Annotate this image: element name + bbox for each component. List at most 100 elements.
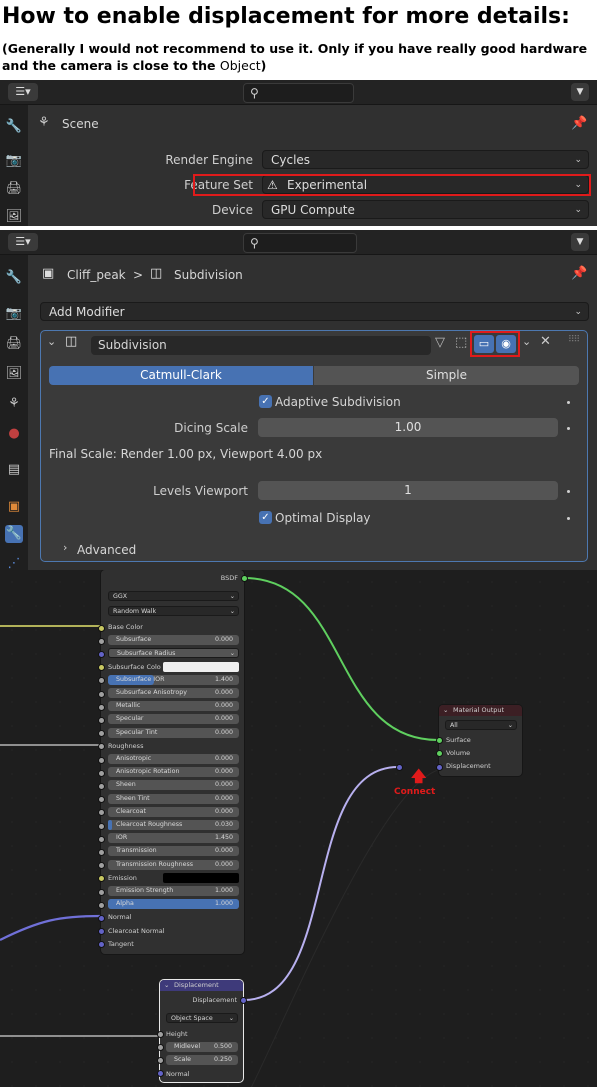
on-cage-icon[interactable]: ▽ (435, 335, 445, 350)
collection-tab-icon[interactable]: ▤ (5, 461, 23, 479)
bsdf-field-transmission[interactable]: Transmission 0.000 (108, 846, 239, 857)
bsdf-dropdown-subsurface-radius[interactable]: Subsurface Radius ⌄ (108, 648, 239, 659)
midlevel-field[interactable]: Midlevel 0.500 (166, 1042, 238, 1052)
adaptive-subdivision-checkbox[interactable]: ✓ (259, 395, 272, 408)
volume-input-socket[interactable] (436, 750, 443, 757)
tab-catmull-clark[interactable]: Catmull-Clark (49, 366, 313, 385)
height-input-socket[interactable] (157, 1031, 164, 1038)
bsdf-input-socket-subsurface[interactable] (98, 637, 105, 645)
pin-icon[interactable]: 📌 (571, 116, 587, 131)
bsdf-field-anisotropic[interactable]: Anisotropic 0.000 (108, 754, 239, 764)
bsdf-output-socket[interactable] (241, 575, 248, 582)
material-output-node[interactable]: ⌄ Material Output All ⌄ Surface Volume Di… (439, 705, 522, 776)
bsdf-input-socket-specular[interactable] (98, 716, 105, 724)
advanced-label[interactable]: Advanced (77, 543, 136, 557)
bsdf-field-subsurface-anisotropy[interactable]: Subsurface Anisotropy 0.000 (108, 688, 239, 698)
device-dropdown[interactable]: GPU Compute ⌄ (262, 200, 589, 219)
render-tab-icon[interactable]: 📷 (5, 152, 23, 170)
search-field[interactable]: ⚲ (243, 233, 357, 253)
output-tab-icon[interactable]: 🖨 (5, 335, 23, 353)
bsdf-input-socket-normal[interactable] (98, 914, 105, 922)
bsdf-field-metallic[interactable]: Metallic 0.000 (108, 701, 239, 712)
collapse-chevron-icon[interactable]: ⌄ (443, 706, 448, 714)
render-engine-dropdown[interactable]: Cycles ⌄ (262, 150, 589, 169)
bsdf-input-socket-subsurface-anisotropy[interactable] (98, 690, 105, 698)
bsdf-input-socket-transmission[interactable] (98, 848, 105, 856)
distribution-dropdown[interactable]: GGX ⌄ (108, 591, 239, 601)
tool-tab-icon[interactable]: 🔧 (5, 118, 23, 136)
normal-input-socket[interactable] (157, 1070, 164, 1077)
scene-tab-icon[interactable]: ⚘ (5, 395, 23, 413)
keyframe-dot[interactable] (567, 401, 570, 404)
bsdf-input-socket-metallic[interactable] (98, 703, 105, 711)
add-modifier-dropdown[interactable]: Add Modifier ⌄ (40, 302, 589, 321)
world-tab-icon[interactable]: ● (5, 425, 23, 443)
bsdf-field-clearcoat[interactable]: Clearcoat 0.000 (108, 806, 239, 817)
bsdf-input-socket-clearcoat-roughness[interactable] (98, 822, 105, 830)
optimal-display-checkbox[interactable]: ✓ (259, 511, 272, 524)
keyframe-dot[interactable] (567, 517, 570, 520)
options-dropdown[interactable]: ▼ (571, 233, 589, 251)
edit-mode-icon[interactable]: ⬚ (455, 335, 467, 350)
close-icon[interactable]: ✕ (540, 334, 551, 349)
displacement-input-socket[interactable] (436, 764, 443, 771)
bsdf-input-socket-alpha[interactable] (98, 901, 105, 909)
dicing-scale-field[interactable]: 1.00 (258, 418, 558, 437)
midlevel-input-socket[interactable] (157, 1044, 164, 1051)
view-layer-tab-icon[interactable]: 🖼 (5, 208, 23, 226)
bsdf-field-ior[interactable]: IOR 1.450 (108, 833, 239, 844)
collapse-chevron-icon[interactable]: ⌄ (47, 335, 56, 348)
tab-simple[interactable]: Simple (314, 366, 579, 385)
surface-input-socket[interactable] (436, 737, 443, 744)
output-tab-icon[interactable]: 🖨 (5, 180, 23, 198)
pin-icon[interactable]: 📌 (571, 266, 587, 281)
object-tab-icon[interactable]: ▣ (5, 498, 23, 516)
bsdf-field-specular[interactable]: Specular 0.000 (108, 714, 239, 725)
bsdf-field-specular-tint[interactable]: Specular Tint 0.000 (108, 727, 239, 738)
collapse-chevron-icon[interactable]: ⌄ (164, 981, 169, 989)
bsdf-field-alpha[interactable]: Alpha 1.000 (108, 899, 239, 910)
bsdf-field-anisotropic-rotation[interactable]: Anisotropic Rotation 0.000 (108, 767, 239, 778)
bsdf-input-socket-sheen[interactable] (98, 782, 105, 790)
bsdf-field-emission-strength[interactable]: Emission Strength 1.000 (108, 886, 239, 896)
bsdf-input-socket-anisotropic-rotation[interactable] (98, 769, 105, 777)
particles-tab-icon[interactable]: ⋰ (5, 555, 23, 570)
drag-handle-icon[interactable]: ⠿⠿ (568, 335, 580, 345)
options-dropdown[interactable]: ▼ (571, 83, 589, 101)
bsdf-input-socket-base-color[interactable] (98, 624, 105, 632)
modifier-name-field[interactable]: Subdivision (91, 336, 431, 355)
bsdf-input-socket-subsurface-radius[interactable] (98, 650, 105, 658)
displacement-output-socket[interactable] (240, 997, 247, 1004)
bsdf-input-socket-emission-strength[interactable] (98, 888, 105, 896)
bsdf-input-socket-ior[interactable] (98, 835, 105, 843)
editor-type-button[interactable]: ☰▾ (8, 233, 38, 251)
keyframe-dot[interactable] (567, 490, 570, 493)
keyframe-dot[interactable] (567, 427, 570, 430)
bsdf-field-subsurface[interactable]: Subsurface 0.000 (108, 635, 239, 646)
space-dropdown[interactable]: Object Space ⌄ (166, 1013, 238, 1023)
bsdf-input-socket-anisotropic[interactable] (98, 756, 105, 764)
modifier-tab-icon[interactable]: 🔧 (5, 525, 23, 543)
tool-tab-icon[interactable]: 🔧 (5, 269, 23, 287)
bsdf-field-sheen[interactable]: Sheen 0.000 (108, 780, 239, 791)
scale-field[interactable]: Scale 0.250 (166, 1055, 238, 1065)
color-swatch[interactable] (163, 661, 239, 672)
bsdf-field-transmission-roughness[interactable]: Transmission Roughness 0.000 (108, 859, 239, 870)
bsdf-field-sheen-tint[interactable]: Sheen Tint 0.000 (108, 793, 239, 804)
render-tab-icon[interactable]: 📷 (5, 305, 23, 323)
view-layer-tab-icon[interactable]: 🖼 (5, 365, 23, 383)
link-reroute-socket[interactable] (396, 764, 403, 771)
dropdown-chevron-icon[interactable]: ⌄ (522, 335, 531, 348)
principled-bsdf-node[interactable]: BSDF GGX ⌄ Random Walk ⌄ Base Color Subsurf… (101, 570, 244, 954)
subsurface-method-dropdown[interactable]: Random Walk ⌄ (108, 606, 239, 616)
target-dropdown[interactable]: All ⌄ (445, 720, 517, 730)
editor-type-button[interactable]: ☰▾ (8, 83, 38, 101)
color-swatch[interactable] (163, 872, 239, 883)
levels-viewport-field[interactable]: 1 (258, 481, 558, 500)
bsdf-field-subsurface-ior[interactable]: Subsurface IOR 1.400 (108, 674, 239, 685)
bsdf-field-clearcoat-roughness[interactable]: Clearcoat Roughness 0.030 (108, 820, 239, 830)
displacement-node[interactable]: ⌄ Displacement Displacement Object Space… (160, 980, 243, 1082)
scale-input-socket[interactable] (157, 1057, 164, 1064)
expand-chevron-icon[interactable]: › (63, 541, 67, 554)
search-field[interactable]: ⚲ (243, 83, 354, 103)
